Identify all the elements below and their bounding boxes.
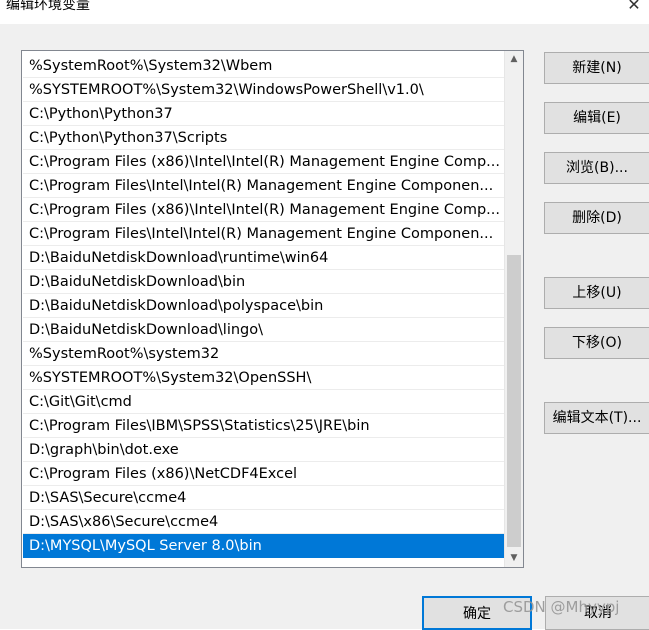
path-list-item[interactable]: C:\Program Files\IBM\SPSS\Statistics\25\…	[23, 414, 504, 438]
ok-button[interactable]: 确定	[422, 596, 532, 630]
path-list-rows: %SystemRoot%\System32\Wbem %SYSTEMROOT%\S…	[23, 54, 504, 558]
path-list-item[interactable]: D:\SAS\Secure\ccme4	[23, 486, 504, 510]
path-list-item[interactable]: D:\BaiduNetdiskDownload\bin	[23, 270, 504, 294]
path-list-item[interactable]: D:\BaiduNetdiskDownload\runtime\win64	[23, 246, 504, 270]
window-title: 编辑环境变量	[6, 0, 90, 13]
path-list-item[interactable]: C:\Git\Git\cmd	[23, 390, 504, 414]
path-list-item[interactable]: C:\Program Files\Intel\Intel(R) Manageme…	[23, 222, 504, 246]
edit-text-button[interactable]: 编辑文本(T)...	[544, 402, 649, 434]
browse-button[interactable]: 浏览(B)...	[544, 152, 649, 184]
path-list-item[interactable]: C:\Python\Python37	[23, 102, 504, 126]
move-up-button[interactable]: 上移(U)	[544, 277, 649, 309]
edit-button[interactable]: 编辑(E)	[544, 102, 649, 134]
path-list-item[interactable]: D:\graph\bin\dot.exe	[23, 438, 504, 462]
scroll-down-arrow-icon[interactable]: ▼	[505, 550, 523, 567]
scrollbar-thumb[interactable]	[507, 255, 521, 547]
new-button[interactable]: 新建(N)	[544, 52, 649, 84]
close-icon[interactable]: ✕	[623, 0, 645, 16]
path-list-item[interactable]: C:\Program Files (x86)\NetCDF4Excel	[23, 462, 504, 486]
path-list-item[interactable]: %SYSTEMROOT%\System32\WindowsPowerShell\…	[23, 78, 504, 102]
path-list-item[interactable]: C:\Python\Python37\Scripts	[23, 126, 504, 150]
path-list-item[interactable]: D:\SAS\x86\Secure\ccme4	[23, 510, 504, 534]
path-list-item[interactable]: C:\Program Files (x86)\Intel\Intel(R) Ma…	[23, 198, 504, 222]
cancel-button[interactable]: 取消	[545, 596, 649, 630]
path-list-item[interactable]: C:\Program Files (x86)\Intel\Intel(R) Ma…	[23, 150, 504, 174]
vertical-scrollbar[interactable]: ▲ ▼	[504, 51, 523, 567]
path-list-item[interactable]: D:\BaiduNetdiskDownload\lingo\	[23, 318, 504, 342]
scroll-up-arrow-icon[interactable]: ▲	[505, 51, 523, 68]
path-list-item[interactable]: D:\MYSQL\MySQL Server 8.0\bin	[23, 534, 504, 558]
path-list-item[interactable]: %SYSTEMROOT%\System32\OpenSSH\	[23, 366, 504, 390]
path-list-item[interactable]: C:\Program Files\Intel\Intel(R) Manageme…	[23, 174, 504, 198]
path-list-item[interactable]: %SystemRoot%\system32	[23, 342, 504, 366]
path-list-item[interactable]: D:\BaiduNetdiskDownload\polyspace\bin	[23, 294, 504, 318]
move-down-button[interactable]: 下移(O)	[544, 327, 649, 359]
delete-button[interactable]: 删除(D)	[544, 202, 649, 234]
path-list-item[interactable]: %SystemRoot%\System32\Wbem	[23, 54, 504, 78]
path-list[interactable]: %SystemRoot%\System32\Wbem %SYSTEMROOT%\S…	[21, 50, 524, 568]
